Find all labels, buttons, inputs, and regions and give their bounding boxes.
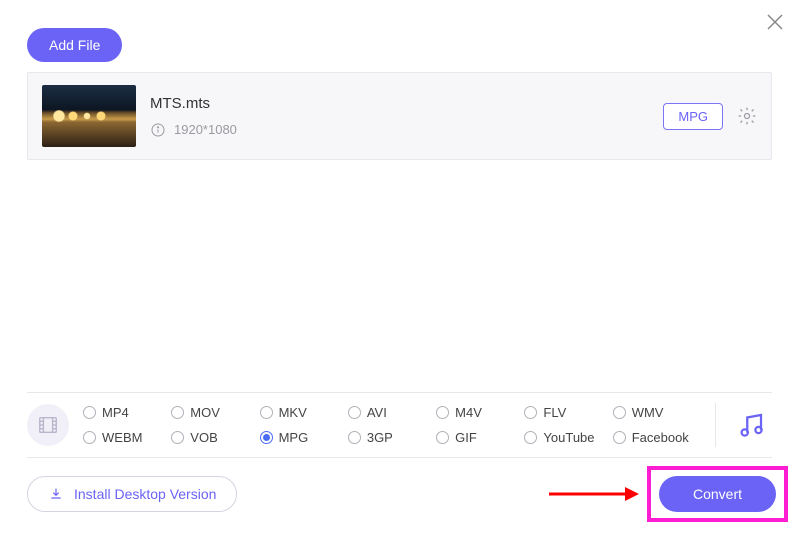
music-icon[interactable]	[736, 410, 766, 440]
radio-icon	[260, 406, 273, 419]
format-option-wmv[interactable]: WMV	[613, 405, 701, 420]
radio-icon	[436, 431, 449, 444]
file-list: MTS.mts 1920*1080 MPG	[0, 72, 799, 160]
format-label: FLV	[543, 405, 566, 420]
format-label: M4V	[455, 405, 482, 420]
close-button[interactable]	[763, 10, 787, 34]
radio-icon	[613, 431, 626, 444]
radio-icon	[171, 406, 184, 419]
format-label: MPG	[279, 430, 309, 445]
format-label: MKV	[279, 405, 307, 420]
radio-icon	[613, 406, 626, 419]
format-option-vob[interactable]: VOB	[171, 430, 259, 445]
convert-group: Convert	[547, 466, 788, 522]
file-dimensions: 1920*1080	[174, 122, 237, 137]
toolbar: Add File	[0, 0, 799, 72]
format-option-3gp[interactable]: 3GP	[348, 430, 436, 445]
format-grid: MP4 MOV MKV AVI M4V FLV WMV WEBM VOB MPG 3GP GIF You…	[83, 405, 701, 445]
radio-icon	[524, 431, 537, 444]
format-option-webm[interactable]: WEBM	[83, 430, 171, 445]
file-thumbnail	[42, 85, 136, 147]
format-label: YouTube	[543, 430, 594, 445]
format-option-flv[interactable]: FLV	[524, 405, 612, 420]
download-icon	[48, 486, 64, 502]
radio-icon	[436, 406, 449, 419]
file-item: MTS.mts 1920*1080 MPG	[27, 72, 772, 160]
format-label: Facebook	[632, 430, 689, 445]
radio-icon	[348, 431, 361, 444]
format-option-mov[interactable]: MOV	[171, 405, 259, 420]
video-category-icon[interactable]	[27, 404, 69, 446]
formats-panel: MP4 MOV MKV AVI M4V FLV WMV WEBM VOB MPG 3GP GIF You…	[27, 392, 772, 458]
format-label: AVI	[367, 405, 387, 420]
vertical-divider	[715, 403, 716, 447]
radio-icon	[171, 431, 184, 444]
close-icon	[763, 10, 787, 34]
format-label: GIF	[455, 430, 477, 445]
format-label: MP4	[102, 405, 129, 420]
radio-icon	[83, 406, 96, 419]
radio-icon	[524, 406, 537, 419]
format-option-facebook[interactable]: Facebook	[613, 430, 701, 445]
radio-icon	[83, 431, 96, 444]
radio-icon	[348, 406, 361, 419]
bottom-bar: Install Desktop Version Convert	[27, 466, 788, 522]
file-meta: MTS.mts 1920*1080	[150, 95, 649, 138]
annotation-arrow	[547, 484, 639, 504]
install-desktop-button[interactable]: Install Desktop Version	[27, 476, 237, 512]
format-label: MOV	[190, 405, 220, 420]
format-option-mp4[interactable]: MP4	[83, 405, 171, 420]
format-label: VOB	[190, 430, 217, 445]
format-label: WEBM	[102, 430, 142, 445]
film-icon	[37, 414, 59, 436]
file-dimensions-row: 1920*1080	[150, 122, 649, 138]
format-option-mkv[interactable]: MKV	[260, 405, 348, 420]
radio-icon	[260, 431, 273, 444]
format-option-avi[interactable]: AVI	[348, 405, 436, 420]
info-icon	[150, 122, 166, 138]
format-option-m4v[interactable]: M4V	[436, 405, 524, 420]
file-actions: MPG	[663, 103, 757, 130]
format-option-mpg[interactable]: MPG	[260, 430, 348, 445]
format-option-youtube[interactable]: YouTube	[524, 430, 612, 445]
convert-button[interactable]: Convert	[659, 476, 776, 512]
install-desktop-label: Install Desktop Version	[74, 486, 216, 502]
format-badge[interactable]: MPG	[663, 103, 723, 130]
gear-icon[interactable]	[737, 106, 757, 126]
format-label: 3GP	[367, 430, 393, 445]
file-name: MTS.mts	[150, 95, 649, 112]
add-file-button[interactable]: Add File	[27, 28, 122, 62]
format-label: WMV	[632, 405, 664, 420]
annotation-highlight: Convert	[647, 466, 788, 522]
format-option-gif[interactable]: GIF	[436, 430, 524, 445]
